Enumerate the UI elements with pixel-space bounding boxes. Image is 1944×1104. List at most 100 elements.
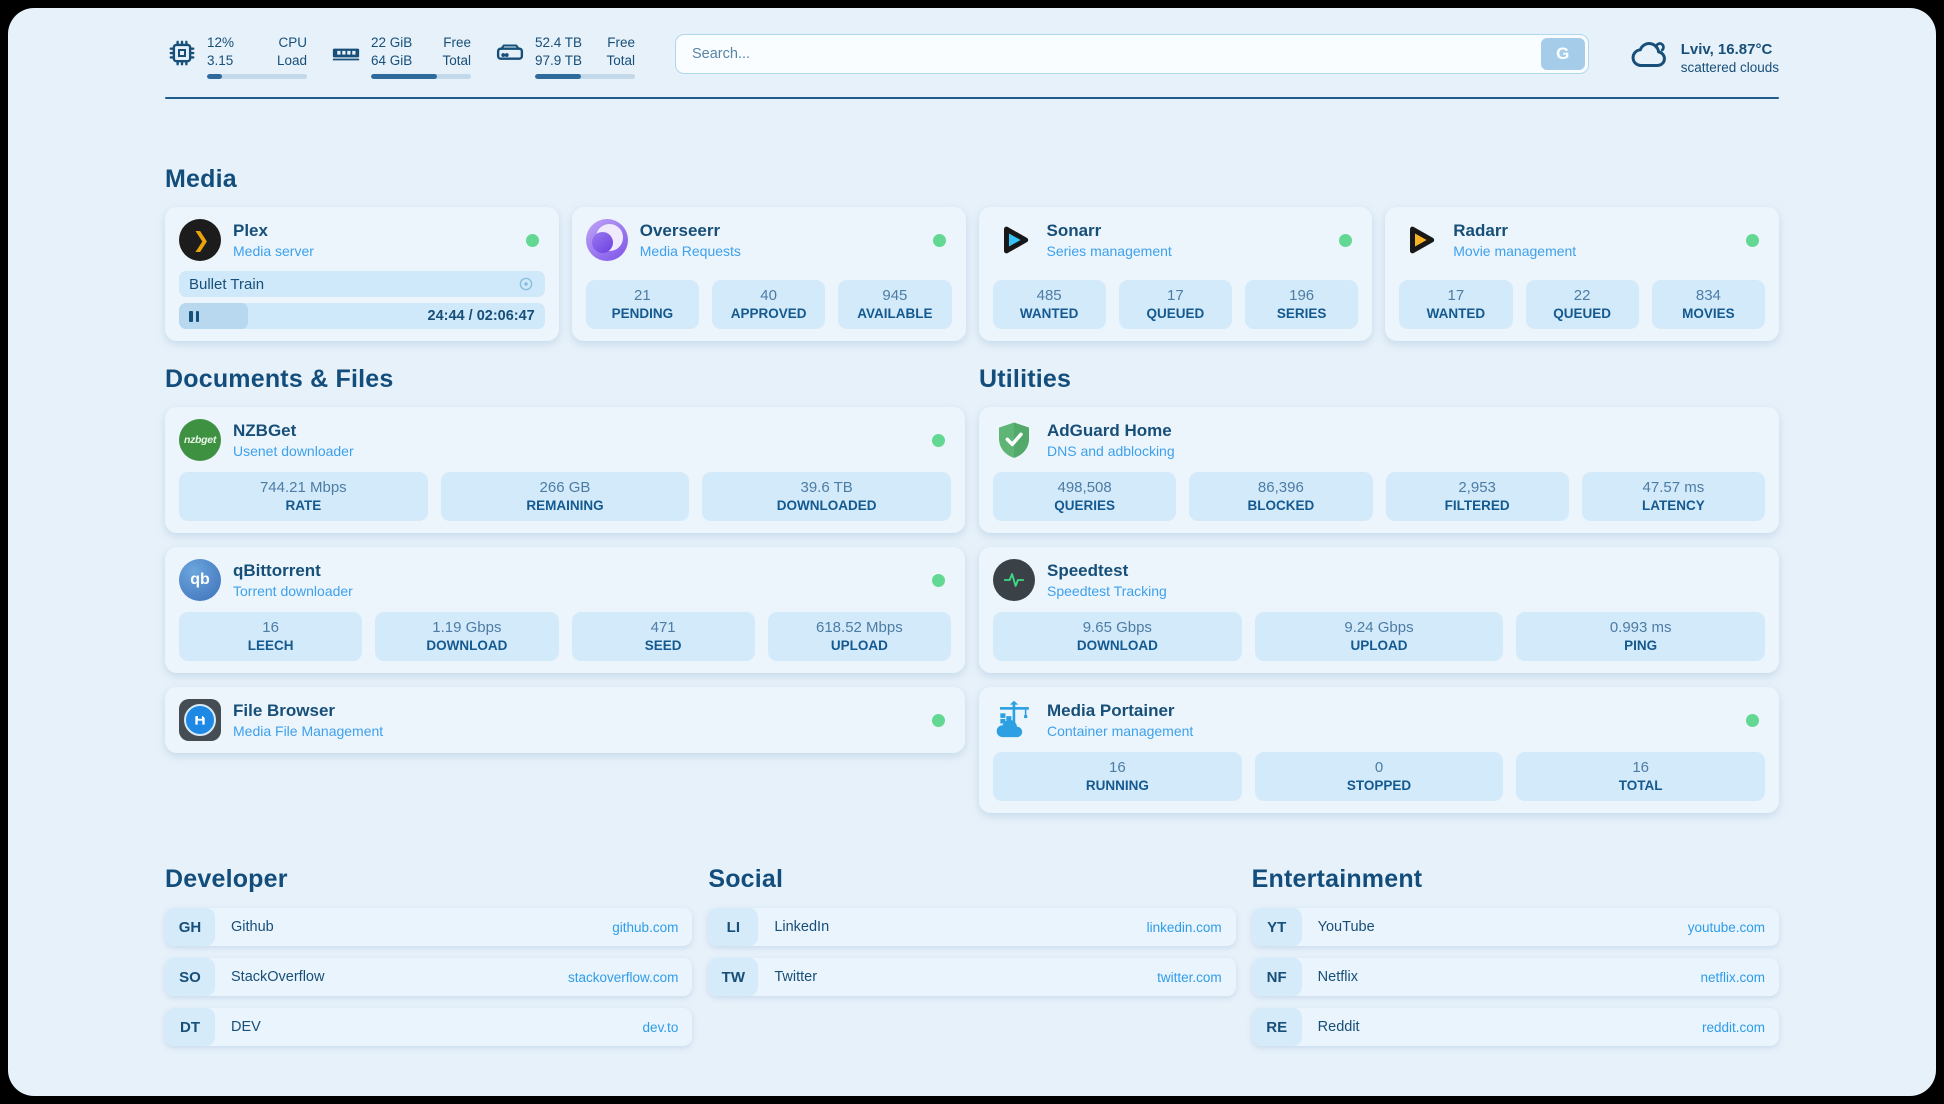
service-card-filebrowser[interactable]: File Browser Media File Management <box>165 687 965 753</box>
cpu-load-value: 3.15 <box>207 52 234 70</box>
service-card-overseerr[interactable]: Overseerr Media Requests 21PENDING 40APP… <box>572 207 966 341</box>
stat-pending: 21PENDING <box>586 280 699 329</box>
link-netflix[interactable]: NF Netflix netflix.com <box>1252 958 1779 996</box>
now-playing-row: Bullet Train <box>179 271 545 297</box>
app-name: Speedtest <box>1047 561 1765 581</box>
link-abbr: LI <box>708 908 758 946</box>
link-stackoverflow[interactable]: SO StackOverflow stackoverflow.com <box>165 958 692 996</box>
link-url: youtube.com <box>1688 920 1765 935</box>
stat-movies: 834MOVIES <box>1652 280 1765 329</box>
pause-icon <box>189 311 199 322</box>
status-online-dot <box>1746 714 1759 727</box>
sonarr-icon <box>993 219 1035 261</box>
service-card-speedtest[interactable]: Speedtest Speedtest Tracking 9.65 GbpsDO… <box>979 547 1779 673</box>
cpu-progress-bar <box>207 74 307 79</box>
app-subtitle: Media server <box>233 243 514 259</box>
stat-queries: 498,508QUERIES <box>993 472 1176 521</box>
cpu-label: CPU <box>277 34 307 52</box>
link-abbr: NF <box>1252 958 1302 996</box>
ram-free-label: Free <box>442 34 471 52</box>
link-abbr: DT <box>165 1008 215 1046</box>
service-card-adguard[interactable]: AdGuard Home DNS and adblocking 498,508Q… <box>979 407 1779 533</box>
status-online-dot <box>526 234 539 247</box>
link-name: Github <box>231 919 274 935</box>
app-name: Overseerr <box>640 221 921 241</box>
link-name: StackOverflow <box>231 969 324 985</box>
app-subtitle: Movie management <box>1453 243 1734 259</box>
section-title-media: Media <box>165 165 1779 194</box>
ram-free-value: 22 GiB <box>371 34 412 52</box>
section-developer: Developer GH Github github.com SO StackO… <box>165 865 692 1046</box>
portainer-icon <box>993 699 1035 741</box>
link-url: twitter.com <box>1157 970 1222 985</box>
adguard-icon <box>993 419 1035 461</box>
stat-downloaded: 39.6 TBDOWNLOADED <box>702 472 951 521</box>
stat-running: 16RUNNING <box>993 752 1242 801</box>
app-name: qBittorrent <box>233 561 920 581</box>
status-online-dot <box>1339 234 1352 247</box>
app-subtitle: Speedtest Tracking <box>1047 583 1765 599</box>
header: 12% 3.15 CPU Load <box>165 34 1779 81</box>
stat-rate: 744.21 MbpsRATE <box>179 472 428 521</box>
stat-leech: 16LEECH <box>179 612 362 661</box>
section-title-social: Social <box>708 865 1235 894</box>
stat-stopped: 0STOPPED <box>1255 752 1504 801</box>
cloud-icon <box>1629 34 1671 81</box>
playback-progress-bar: 24:44 / 02:06:47 <box>179 303 545 329</box>
link-name: Reddit <box>1318 1019 1360 1035</box>
cast-session-icon[interactable] <box>517 275 535 293</box>
link-url: dev.to <box>643 1020 679 1035</box>
link-name: Netflix <box>1318 969 1358 985</box>
stat-upload: 618.52 MbpsUPLOAD <box>768 612 951 661</box>
search-bar: G <box>675 34 1589 74</box>
app-subtitle: Torrent downloader <box>233 583 920 599</box>
media-cards-row: ❯ Plex Media server Bullet Train <box>165 207 1779 341</box>
app-subtitle: Usenet downloader <box>233 443 920 459</box>
header-divider <box>165 97 1779 99</box>
stat-download: 1.19 GbpsDOWNLOAD <box>375 612 558 661</box>
link-abbr: YT <box>1252 908 1302 946</box>
stat-upload: 9.24 GbpsUPLOAD <box>1255 612 1504 661</box>
stat-filtered: 2,953FILTERED <box>1386 472 1569 521</box>
service-card-portainer[interactable]: Media Portainer Container management 16R… <box>979 687 1779 813</box>
status-online-dot <box>932 714 945 727</box>
section-title-entertainment: Entertainment <box>1252 865 1779 894</box>
link-github[interactable]: GH Github github.com <box>165 908 692 946</box>
disk-icon <box>493 36 527 70</box>
service-card-sonarr[interactable]: Sonarr Series management 485WANTED 17QUE… <box>979 207 1373 341</box>
link-reddit[interactable]: RE Reddit reddit.com <box>1252 1008 1779 1046</box>
ram-progress-bar <box>371 74 471 79</box>
link-youtube[interactable]: YT YouTube youtube.com <box>1252 908 1779 946</box>
link-url: github.com <box>612 920 678 935</box>
cpu-usage-value: 12% <box>207 34 234 52</box>
link-dev[interactable]: DT DEV dev.to <box>165 1008 692 1046</box>
radarr-icon <box>1399 219 1441 261</box>
service-card-qbittorrent[interactable]: qb qBittorrent Torrent downloader 16LEEC… <box>165 547 965 673</box>
link-twitter[interactable]: TW Twitter twitter.com <box>708 958 1235 996</box>
stat-blocked: 86,396BLOCKED <box>1189 472 1372 521</box>
search-input[interactable] <box>675 34 1589 74</box>
service-card-nzbget[interactable]: nzbget NZBGet Usenet downloader 744.21 M… <box>165 407 965 533</box>
service-card-plex[interactable]: ❯ Plex Media server Bullet Train <box>165 207 559 341</box>
app-subtitle: DNS and adblocking <box>1047 443 1765 459</box>
app-name: Radarr <box>1453 221 1734 241</box>
disk-free-label: Free <box>606 34 635 52</box>
disk-total-label: Total <box>606 52 635 70</box>
plex-icon: ❯ <box>179 219 221 261</box>
status-online-dot <box>933 234 946 247</box>
link-linkedin[interactable]: LI LinkedIn linkedin.com <box>708 908 1235 946</box>
link-name: Twitter <box>774 969 817 985</box>
stat-queued: 22QUEUED <box>1526 280 1639 329</box>
stat-wanted: 17WANTED <box>1399 280 1512 329</box>
app-name: File Browser <box>233 701 920 721</box>
stat-wanted: 485WANTED <box>993 280 1106 329</box>
speedtest-icon <box>993 559 1035 601</box>
app-subtitle: Media File Management <box>233 723 920 739</box>
service-card-radarr[interactable]: Radarr Movie management 17WANTED 22QUEUE… <box>1385 207 1779 341</box>
google-search-button[interactable]: G <box>1541 38 1585 70</box>
nzbget-icon: nzbget <box>179 419 221 461</box>
section-title-utilities: Utilities <box>979 365 1779 394</box>
system-metrics: 12% 3.15 CPU Load <box>165 34 635 79</box>
link-abbr: TW <box>708 958 758 996</box>
link-name: DEV <box>231 1019 261 1035</box>
